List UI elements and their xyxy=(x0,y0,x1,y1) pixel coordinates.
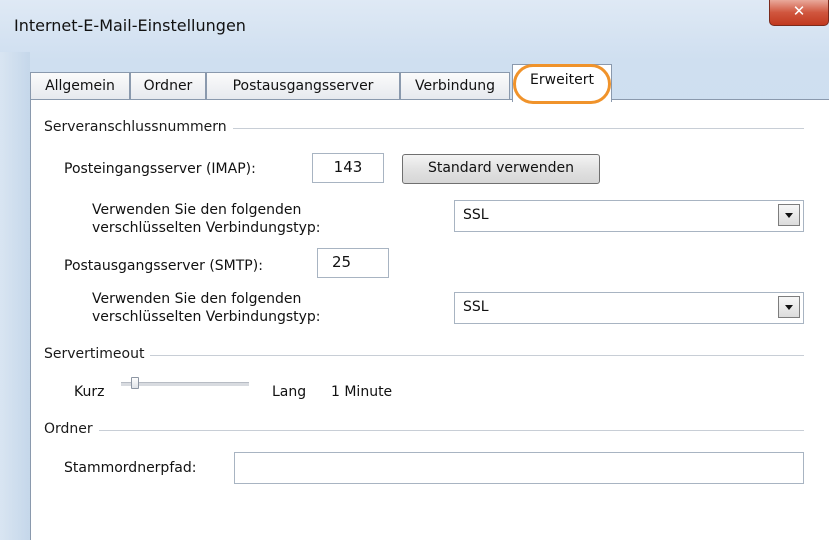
group-label-timeout: Servertimeout xyxy=(44,346,151,362)
close-button[interactable]: ✕ xyxy=(769,0,829,26)
incoming-encryption-label-line1: Verwenden Sie den folgenden xyxy=(92,202,302,218)
root-folder-path-input[interactable] xyxy=(234,452,804,484)
tab-allgemein[interactable]: Allgemein xyxy=(30,72,130,100)
incoming-encryption-value: SSL xyxy=(463,207,489,223)
timeout-long-label: Lang xyxy=(272,384,307,400)
incoming-encryption-select[interactable]: SSL xyxy=(454,200,804,232)
incoming-server-label: Posteingangsserver (IMAP): xyxy=(64,161,256,177)
group-label-ports: Serveranschlussnummern xyxy=(44,119,233,135)
timeout-short-label: Kurz xyxy=(74,384,105,400)
chevron-down-icon[interactable] xyxy=(778,296,800,318)
window-title: Internet-E-Mail-Einstellungen xyxy=(14,16,246,35)
timeout-slider-track[interactable] xyxy=(121,382,249,386)
close-icon: ✕ xyxy=(792,2,806,20)
chevron-down-icon[interactable] xyxy=(778,204,800,226)
timeout-value: 1 Minute xyxy=(331,384,393,400)
outgoing-encryption-select[interactable]: SSL xyxy=(454,292,804,324)
group-divider-timeout xyxy=(44,355,804,356)
tab-postausgangsserver[interactable]: Postausgangsserver xyxy=(206,72,400,100)
use-default-button[interactable]: Standard verwenden xyxy=(402,154,600,184)
tab-verbindung[interactable]: Verbindung xyxy=(400,72,510,100)
outgoing-encryption-label-line2: verschlüsselten Verbindungstyp: xyxy=(92,309,321,325)
title-bar: Internet-E-Mail-Einstellungen ✕ xyxy=(0,0,829,52)
dialog-window: Internet-E-Mail-Einstellungen ✕ Allgemei… xyxy=(0,0,829,540)
incoming-encryption-label-line2: verschlüsselten Verbindungstyp: xyxy=(92,220,321,236)
root-folder-path-label: Stammordnerpfad: xyxy=(64,460,197,476)
outgoing-encryption-value: SSL xyxy=(463,299,489,315)
tab-ordner[interactable]: Ordner xyxy=(130,72,206,100)
dialog-frame-edge xyxy=(0,52,30,540)
incoming-port-input[interactable]: 143 xyxy=(312,153,384,183)
outgoing-port-input[interactable]: 25 xyxy=(317,248,389,278)
tab-highlight-ring xyxy=(513,64,611,104)
outgoing-server-label: Postausgangsserver (SMTP): xyxy=(64,258,263,274)
outgoing-encryption-label-line1: Verwenden Sie den folgenden xyxy=(92,291,302,307)
timeout-slider-thumb[interactable] xyxy=(131,377,139,389)
group-divider-folders xyxy=(44,430,804,431)
group-label-folders: Ordner xyxy=(44,421,99,437)
